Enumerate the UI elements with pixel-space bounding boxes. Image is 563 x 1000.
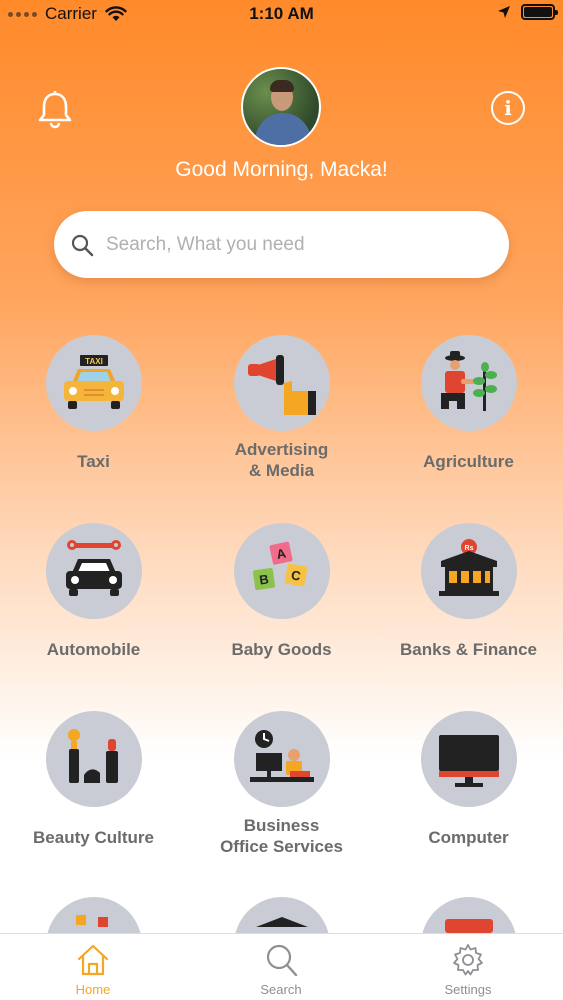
category-label: Computer xyxy=(428,828,509,847)
svg-text:TAXI: TAXI xyxy=(85,357,103,366)
category-computer[interactable]: Computer xyxy=(375,711,562,848)
tab-settings[interactable]: Settings xyxy=(423,942,513,997)
tab-search[interactable]: Search xyxy=(236,942,326,997)
tab-label: Search xyxy=(260,982,302,997)
category-taxi[interactable]: TAXI Taxi xyxy=(0,335,187,472)
tab-label: Home xyxy=(75,982,111,997)
category-label: Taxi xyxy=(77,452,110,471)
farmer-icon xyxy=(420,335,517,431)
category-agriculture[interactable]: Agriculture xyxy=(375,335,562,472)
search-icon xyxy=(71,234,94,256)
category-label: Agriculture xyxy=(423,452,514,471)
svg-text:Rs: Rs xyxy=(464,545,473,552)
greeting-text: Good Morning, Macka! xyxy=(175,158,388,181)
search-bar[interactable] xyxy=(54,211,509,278)
home-icon xyxy=(77,944,109,976)
category-label: Baby Goods xyxy=(231,640,332,659)
category-business-office-services[interactable]: Business Office Services xyxy=(188,711,375,857)
category-advertising-media[interactable]: Advertising & Media xyxy=(188,335,375,481)
category-label: Business Office Services xyxy=(220,816,343,856)
status-bar: Carrier 1:10 AM xyxy=(0,0,563,30)
category-label: Automobile xyxy=(46,640,141,659)
monitor-icon xyxy=(420,711,517,807)
tab-home[interactable]: Home xyxy=(48,942,138,997)
search-icon xyxy=(266,944,298,977)
status-time: 1:10 AM xyxy=(249,4,314,23)
megaphone-icon xyxy=(233,335,330,431)
category-label: Banks & Finance xyxy=(400,640,537,659)
car-repair-icon xyxy=(45,523,142,619)
search-input[interactable] xyxy=(106,233,486,256)
category-banks-finance[interactable]: Rs Banks & Finance xyxy=(375,523,562,660)
avatar[interactable] xyxy=(241,67,321,147)
bank-icon: Rs xyxy=(420,523,517,619)
tab-bar: Home Search Settings xyxy=(0,933,563,1000)
category-automobile[interactable]: Automobile xyxy=(0,523,187,660)
location-arrow-icon xyxy=(498,6,510,18)
category-baby-goods[interactable]: A B C Baby Goods xyxy=(188,523,375,660)
category-label: Beauty Culture xyxy=(33,828,154,847)
category-beauty-culture[interactable]: Beauty Culture xyxy=(0,711,187,848)
abc-blocks-icon: A B C xyxy=(233,523,330,619)
tab-label: Settings xyxy=(444,982,492,997)
gear-icon xyxy=(453,944,483,976)
category-label: Advertising & Media xyxy=(234,440,329,480)
office-desk-icon xyxy=(233,711,330,807)
bell-icon[interactable] xyxy=(36,90,74,130)
taxi-icon: TAXI xyxy=(45,335,142,431)
cosmetics-icon xyxy=(45,711,142,807)
info-icon[interactable]: i xyxy=(491,91,525,125)
battery-icon xyxy=(521,4,558,20)
